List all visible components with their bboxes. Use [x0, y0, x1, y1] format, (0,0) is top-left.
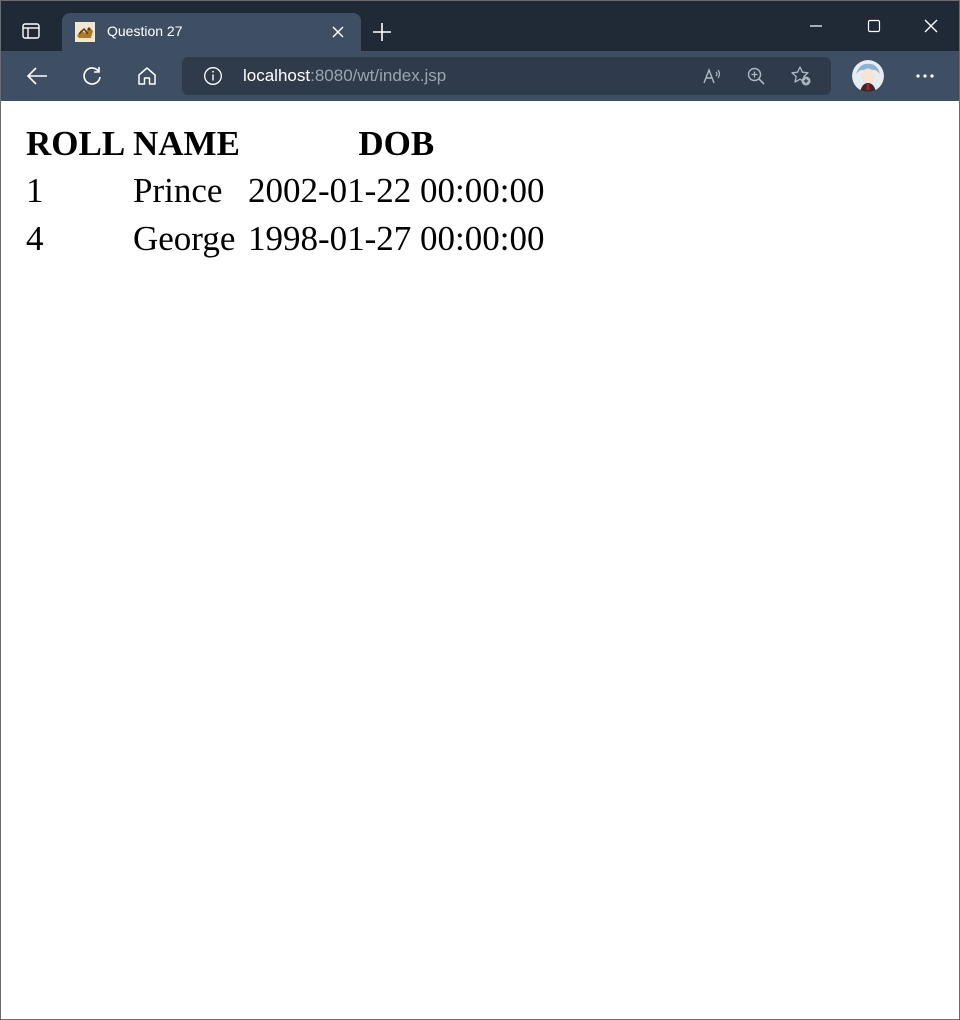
table-row: 1 Prince 2002-01-22 00:00:00	[25, 167, 546, 215]
read-aloud-button[interactable]	[701, 65, 723, 87]
refresh-icon	[83, 67, 101, 85]
zoom-in-icon	[747, 67, 765, 85]
table-header-row: ROLL NAME DOB	[25, 121, 546, 167]
tomcat-favicon-icon	[75, 22, 95, 42]
table-row: 4 George 1998-01-27 00:00:00	[25, 215, 546, 263]
cell-name: George	[133, 219, 236, 258]
more-options-button[interactable]	[911, 63, 939, 89]
url-text[interactable]: localhost:8080/wt/index.jsp	[243, 66, 446, 86]
address-bar[interactable]: localhost:8080/wt/index.jsp	[182, 57, 831, 95]
tab-strip: Question 27	[1, 1, 959, 51]
page-content: ROLL NAME DOB 1 Prince 2002-01-22 00:00:…	[1, 101, 959, 1019]
tab-active[interactable]: Question 27	[62, 13, 361, 51]
add-favorite-button[interactable]	[790, 65, 812, 87]
maximize-button[interactable]	[861, 13, 887, 39]
add-favorite-icon	[791, 66, 811, 86]
browser-window: Question 27 localhost:8080/wt/index.jsp …	[0, 0, 960, 1020]
close-icon	[924, 19, 938, 33]
cell-name: Prince	[133, 171, 223, 210]
window-close-button[interactable]	[918, 13, 944, 39]
tab-actions-icon	[22, 23, 40, 39]
url-host: localhost	[243, 66, 311, 85]
tab-actions-button[interactable]	[11, 13, 51, 49]
tab-title: Question 27	[107, 23, 183, 39]
student-table: ROLL NAME DOB 1 Prince 2002-01-22 00:00:…	[25, 121, 546, 263]
navigation-toolbar: localhost:8080/wt/index.jsp	[1, 51, 959, 101]
minimize-button[interactable]	[803, 13, 829, 39]
plus-icon[interactable]	[371, 21, 393, 43]
refresh-button[interactable]	[79, 63, 105, 89]
cell-dob: 2002-01-22 00:00:00	[248, 171, 545, 210]
read-aloud-icon	[703, 68, 721, 84]
maximize-icon	[867, 19, 881, 33]
close-icon[interactable]	[330, 24, 346, 40]
profile-avatar[interactable]	[852, 60, 884, 92]
header-roll: ROLL	[26, 124, 126, 163]
cell-roll: 4	[26, 219, 44, 258]
header-name: NAME	[133, 124, 240, 163]
avatar-image	[852, 60, 884, 92]
minimize-icon	[810, 25, 822, 27]
home-button[interactable]	[134, 63, 160, 89]
cell-dob: 1998-01-27 00:00:00	[248, 219, 545, 258]
home-icon	[138, 67, 156, 85]
zoom-button[interactable]	[745, 65, 767, 87]
url-path: :8080/wt/index.jsp	[310, 66, 447, 85]
back-arrow-icon	[26, 67, 47, 85]
cell-roll: 1	[26, 171, 44, 210]
more-options-icon	[916, 74, 934, 78]
info-icon[interactable]	[203, 66, 223, 86]
header-dob: DOB	[358, 124, 435, 163]
back-button[interactable]	[24, 63, 50, 89]
